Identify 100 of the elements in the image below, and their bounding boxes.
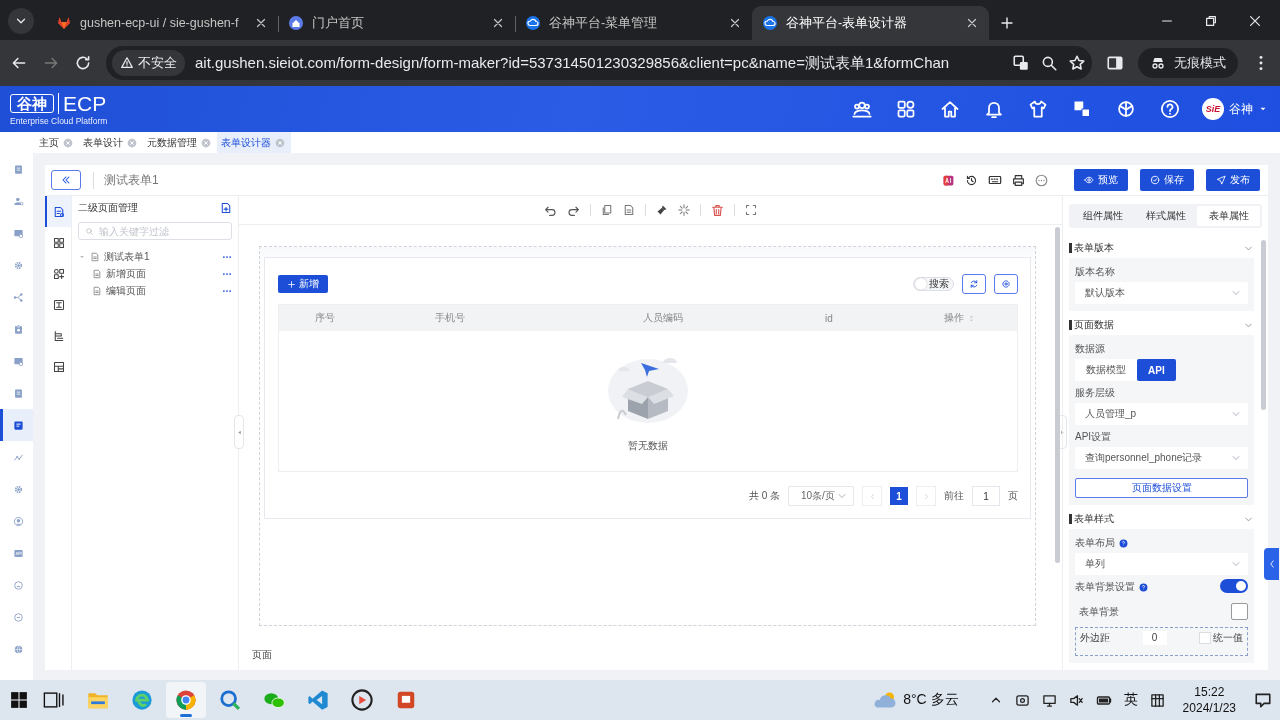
shirt-icon[interactable] [1028,99,1048,119]
close-icon[interactable] [965,16,979,30]
house-badge-icon [288,15,304,31]
security-chip[interactable]: 不安全 [112,50,185,76]
page-tab[interactable]: 元数据管理 [143,132,217,153]
settings-button[interactable]: 页面数据设置 [1075,478,1248,498]
help-icon[interactable] [1119,538,1128,548]
weather-widget[interactable]: 8°C 多云 [873,688,959,712]
tool-tab[interactable] [45,196,71,227]
refresh-icon [969,279,979,289]
side-panel-icon[interactable] [1106,54,1124,72]
checkbox[interactable] [1199,632,1211,644]
history-icon[interactable] [965,173,978,187]
close-icon[interactable] [728,16,742,30]
sparkle-icon[interactable] [678,204,690,216]
help-icon[interactable] [1139,582,1148,592]
incognito-chip[interactable]: 无痕模式 [1138,48,1238,78]
select-field[interactable]: 查询personnel_phone记录 [1075,447,1248,469]
tree-node[interactable]: 编辑页面 [92,282,232,299]
browser-tab[interactable]: 门户首页 [278,6,515,40]
page-size-select[interactable]: 10条/页 [788,486,854,506]
page-tab[interactable]: 表单设计器 [217,132,291,153]
speaker-muted-icon[interactable] [1068,692,1084,708]
document-icon [12,163,24,175]
avatar: SiE [1202,98,1224,120]
close-icon[interactable] [254,16,268,30]
browser-tab[interactable]: 谷神平台-表单设计器 [752,6,989,40]
page-unit: 页 [1008,489,1018,503]
people-icon[interactable] [852,99,872,119]
ai-icon[interactable] [942,173,955,187]
page-tab[interactable]: 表单设计 [79,132,143,153]
page-input[interactable]: 1 [972,486,1000,506]
field-label: 表单布局 [1075,536,1115,550]
collapse-handle[interactable] [234,415,244,449]
property-tab[interactable]: 表单属性 [1197,206,1260,226]
clock[interactable]: 15:22 2024/1/23 [1182,684,1236,716]
property-tab[interactable]: 组件属性 [1071,206,1134,226]
add-page-icon[interactable] [220,202,232,214]
refresh-button[interactable] [962,274,986,294]
toggle-switch[interactable] [1220,579,1248,593]
tab-title: 谷神平台-菜单管理 [549,14,659,32]
restore-icon[interactable] [1204,14,1218,28]
start-icon[interactable] [10,691,28,709]
preview-button[interactable]: 预览 [1074,169,1128,191]
send-icon [1216,175,1226,185]
color-swatch[interactable] [1231,603,1248,620]
apps-icon[interactable] [896,99,916,119]
page-icon [53,205,65,218]
column-header: 操作 [908,311,1017,325]
badge-icon [12,515,24,527]
translate-icon[interactable] [1012,54,1030,72]
segment-option[interactable]: 数据模型 [1075,359,1137,381]
help-icon[interactable] [1160,99,1180,119]
search-toggle[interactable]: 搜索 [913,277,954,291]
address-bar[interactable]: 不安全 ait.gushen.sieiot.com/form-design/form-maker?id=537314501230329856&client=pc&name=测试表单1&formChan [106,46,1092,80]
save-button[interactable]: 保存 [1140,169,1194,191]
code-editor-icon [307,689,329,711]
select-field[interactable]: 人员管理_p [1075,403,1248,425]
browser-tab[interactable]: 谷神平台-菜单管理 [515,6,752,40]
printer-icon[interactable] [1012,173,1025,187]
fox-icon [56,15,72,31]
document-icon[interactable] [623,204,635,216]
select-field[interactable]: 单列 [1075,553,1248,575]
close-icon[interactable] [491,16,505,30]
user-menu[interactable]: SiE 谷神 [1202,98,1268,120]
fullscreen-icon[interactable] [745,204,757,216]
spacing-value[interactable]: 0 [1142,631,1167,645]
notification-icon[interactable] [1254,691,1272,709]
segment-option[interactable]: API [1137,359,1176,381]
add-button[interactable]: 新增 [278,275,328,293]
browser-tab[interactable]: gushen-ecp-ui / sie-gushen-f [46,6,278,40]
collapse-button[interactable] [1264,548,1279,580]
logo-tagline: Enterprise Cloud Platform [10,116,108,126]
translate-icon[interactable] [1072,99,1092,119]
form-title: 测试表单1 [93,171,159,189]
bell-icon[interactable] [984,99,1004,119]
trash-icon[interactable] [711,203,724,217]
select-field[interactable]: 默认版本 [1075,282,1248,304]
home-icon[interactable] [940,99,960,119]
copy-icon[interactable] [601,204,613,216]
settings-button[interactable] [994,274,1018,294]
input-method[interactable]: 英 [1123,691,1138,709]
nav-item[interactable] [0,409,33,441]
tab-list-button[interactable] [8,8,34,34]
reload-icon[interactable] [74,54,92,72]
text-box-icon [53,298,65,311]
meeting-icon[interactable] [1014,692,1030,708]
star-icon[interactable] [1068,54,1086,72]
page-number[interactable]: 1 [890,487,908,505]
keyboard-icon[interactable] [988,173,1002,187]
tree-node[interactable]: 新增页面 [92,265,232,282]
close-icon[interactable] [1248,14,1262,28]
zoom-icon[interactable] [1040,54,1058,72]
back-button[interactable] [51,170,81,190]
ime-grid-icon[interactable] [1149,692,1165,708]
new-tab-icon[interactable] [999,15,1015,31]
brush-icon[interactable] [656,204,668,216]
publish-button[interactable]: 发布 [1206,169,1260,191]
property-tab[interactable]: 样式属性 [1134,206,1197,226]
page-tab[interactable]: 主页 [35,132,79,153]
